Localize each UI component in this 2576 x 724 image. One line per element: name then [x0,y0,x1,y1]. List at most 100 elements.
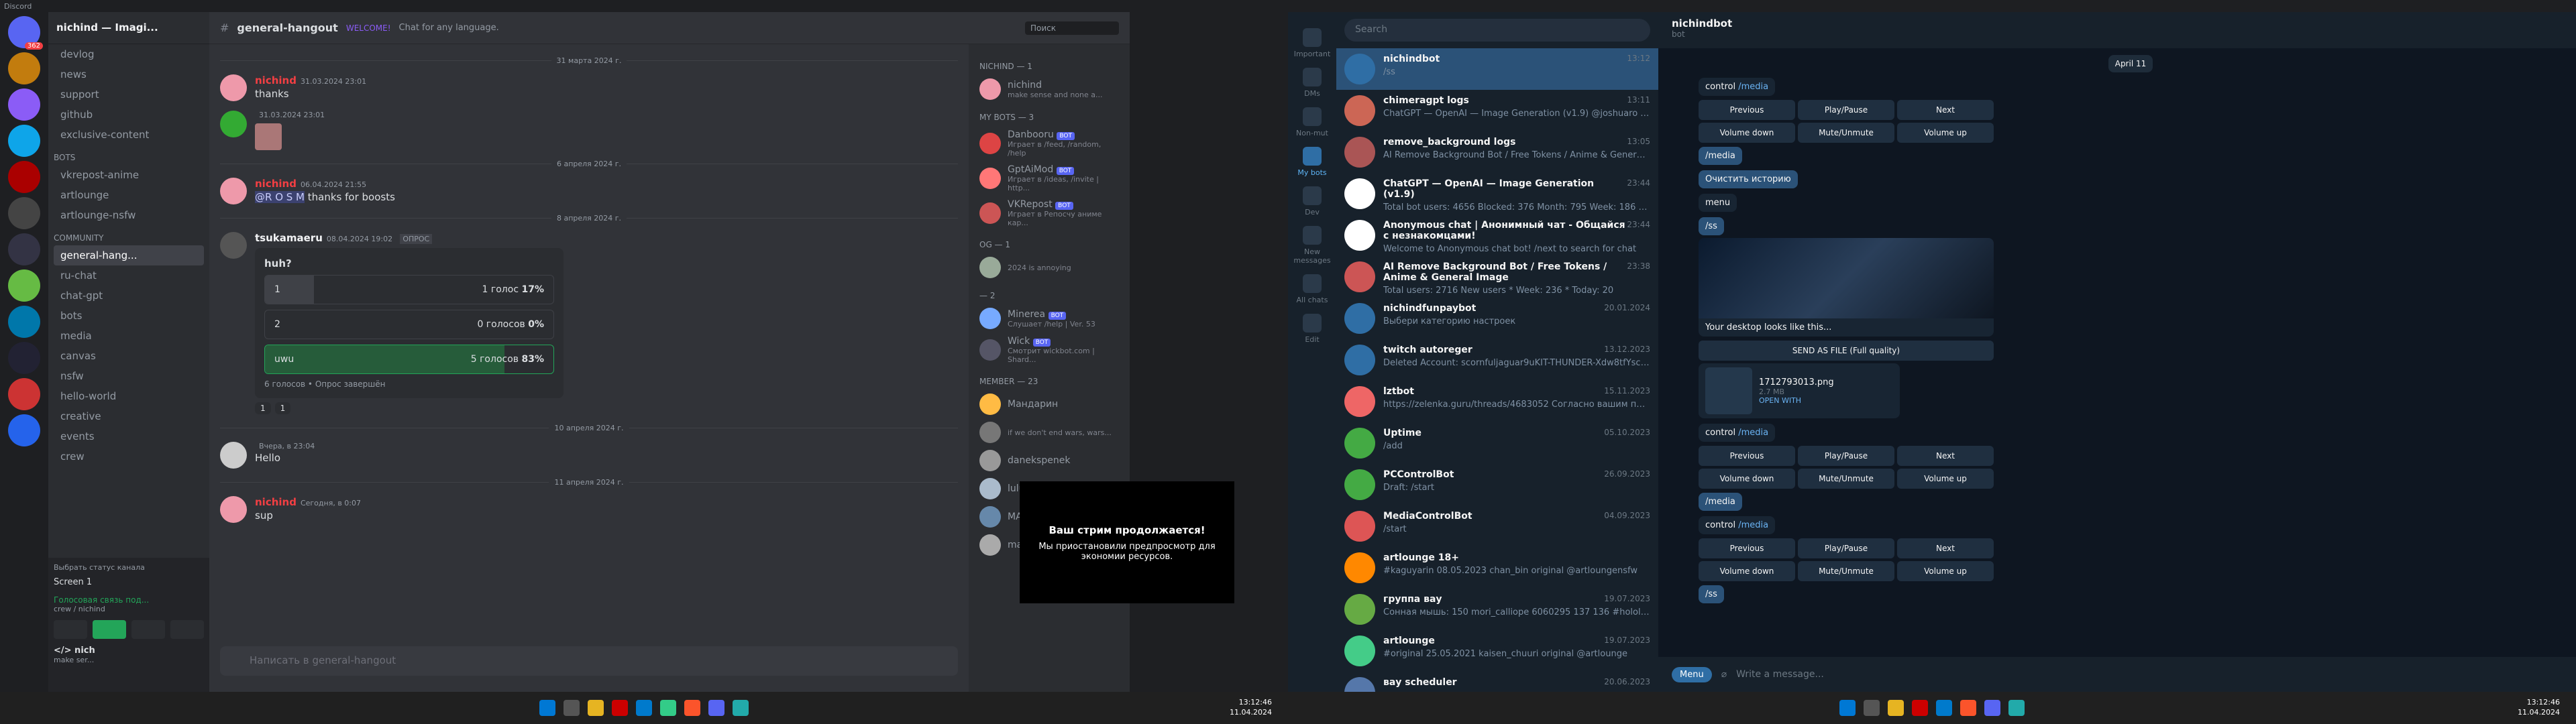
avatar[interactable] [979,534,1001,556]
dialog-item[interactable]: lztbot 15.11.2023 https://zelenka.guru/thr… [1336,381,1658,422]
brave-icon[interactable] [1960,700,1976,716]
dialog-item[interactable]: nichindfunpaybot 20.01.2024 Выбери категор… [1336,298,1658,339]
avatar[interactable] [979,168,1001,189]
volume-down-button[interactable]: Volume down [1699,123,1795,143]
dialog-item[interactable]: twitch autoreger 13.12.2023 Deleted Accoun… [1336,339,1658,381]
mention[interactable]: @R O S M [255,191,305,203]
play-pause-button[interactable]: Play/Pause [1798,538,1894,558]
dialog-item[interactable]: Anonymous chat | Анонимный чат - Общайся… [1336,215,1658,256]
folder-icon[interactable] [1888,700,1904,716]
dialog-item[interactable]: группа вау 19.07.2023 Сонная мышь: 150 mor… [1336,589,1658,630]
message-input[interactable]: Write a message... [1736,669,2563,680]
avatar[interactable] [220,178,247,204]
dialog-item[interactable]: remove_background logs 13:05 AI Remove Bac… [1336,131,1658,173]
menu-button[interactable]: Menu [1672,666,1712,682]
volume-up-button[interactable]: Volume up [1897,469,1994,489]
member-item[interactable]: GptAiMod BOT Играет в /ideas, /invite | h… [974,161,1124,196]
server-icon[interactable] [8,414,40,446]
channel-news[interactable]: news [48,64,209,84]
next-button[interactable]: Next [1897,100,1994,120]
clock[interactable]: 13:12:46 11.04.2024 [1230,697,1272,717]
dialog-item[interactable]: вау scheduler 20.06.2023 [1336,672,1658,692]
taskbar-app-icon[interactable] [660,700,676,716]
avatar[interactable] [979,308,1001,329]
folder-tab[interactable]: Edit [1288,314,1336,344]
poll-option[interactable]: 11 голос 17% [264,275,554,304]
volume-down-button[interactable]: Volume down [1699,561,1795,581]
channel-creative[interactable]: creative [48,406,209,426]
mute-button[interactable]: Mute/Unmute [1798,123,1894,143]
channel-hello-world[interactable]: hello-world [48,386,209,406]
dialog-item[interactable]: artlounge 19.07.2023 #original 25.05.2021 … [1336,630,1658,672]
category-community[interactable]: COMMUNITY [48,225,209,245]
mute-button[interactable]: Mute/Unmute [1798,561,1894,581]
desktop-screenshot[interactable] [1699,238,1994,318]
clock[interactable]: 13:12:46 11.04.2024 [2518,697,2560,717]
dialog-item[interactable]: nichindbot 13:12/ss [1336,48,1658,90]
server-icon[interactable] [8,233,40,265]
member-item[interactable]: Мандарин [974,390,1124,418]
channel-media[interactable]: media [48,326,209,346]
mute-button[interactable]: Mute/Unmute [1798,469,1894,489]
channel-canvas[interactable]: canvas [48,346,209,366]
server-icon[interactable] [8,269,40,302]
avatar[interactable] [979,394,1001,415]
search-input[interactable]: Search [1344,19,1650,42]
poll-option[interactable]: uwu 5 голосов 83% [264,345,554,374]
volume-up-button[interactable]: Volume up [1897,123,1994,143]
server-icon[interactable] [8,342,40,374]
channel-nsfw[interactable]: nsfw [48,366,209,386]
server-icon[interactable] [8,161,40,193]
folder-tab[interactable]: My bots [1288,147,1336,177]
channel-vkrepost[interactable]: vkrepost-anime [48,165,209,185]
avatar[interactable] [220,496,247,523]
dialog-item[interactable]: ChatGPT — OpenAI — Image Generation (v1.… [1336,173,1658,215]
channel-bots[interactable]: bots [48,306,209,326]
server-icon-home[interactable]: 362 [8,16,43,50]
volume-up-button[interactable]: Volume up [1897,561,1994,581]
server-icon[interactable] [8,378,40,410]
channel-events[interactable]: events [48,426,209,446]
telegram-icon[interactable] [2008,700,2025,716]
username[interactable]: tsukamaeru [255,232,323,244]
message-input[interactable]: Написать в general-hangout [220,646,958,676]
discord-icon[interactable] [708,700,724,716]
next-button[interactable]: Next [1897,538,1994,558]
file-thumbnail[interactable] [1705,367,1752,414]
folder-tab[interactable]: Non-mut [1288,107,1336,137]
server-icon[interactable] [8,88,40,121]
member-item[interactable]: nichind make sense and none a... [974,75,1124,103]
avatar[interactable] [979,257,1001,278]
activity-button[interactable] [131,620,165,639]
channel-artlounge-nsfw[interactable]: artlounge-nsfw [48,205,209,225]
send-as-file-button[interactable]: SEND AS FILE (Full quality) [1699,341,1994,361]
server-icon[interactable] [8,197,40,229]
dialog-item[interactable]: Uptime 05.10.2023/add [1336,422,1658,464]
channel-chat-gpt[interactable]: chat-gpt [48,286,209,306]
opera-icon[interactable] [1912,700,1928,716]
member-item[interactable]: Danbooru BOT Играет в /feed, /random, /he… [974,126,1124,161]
search-input[interactable]: Поиск [1025,21,1119,35]
server-icon[interactable] [8,306,40,338]
member-item[interactable]: if we don't end wars, wars... [974,418,1124,446]
previous-button[interactable]: Previous [1699,538,1795,558]
avatar[interactable] [979,339,1001,361]
previous-button[interactable]: Previous [1699,446,1795,466]
avatar[interactable] [220,442,247,469]
folder-tab[interactable]: New messages [1288,226,1336,265]
channel-artlounge[interactable]: artlounge [48,185,209,205]
folder-tab[interactable]: Dev [1288,186,1336,217]
channel-general[interactable]: general-hang... [54,245,204,265]
channel-github[interactable]: github [48,105,209,125]
avatar[interactable] [979,506,1001,528]
taskbar-app-icon[interactable] [1864,700,1880,716]
folder-tab[interactable]: Important [1288,28,1336,58]
avatar[interactable] [220,232,247,259]
avatar[interactable] [979,202,1001,224]
folder-tab[interactable]: All chats [1288,274,1336,304]
reaction[interactable]: 1 [255,402,271,414]
member-item[interactable]: Wick BOT Смотрит wickbot.com | Shard... [974,333,1124,367]
dialog-item[interactable]: PCControlBot 26.09.2023 Draft: /start [1336,464,1658,505]
avatar[interactable] [979,78,1001,100]
folder-tab[interactable]: DMs [1288,68,1336,98]
